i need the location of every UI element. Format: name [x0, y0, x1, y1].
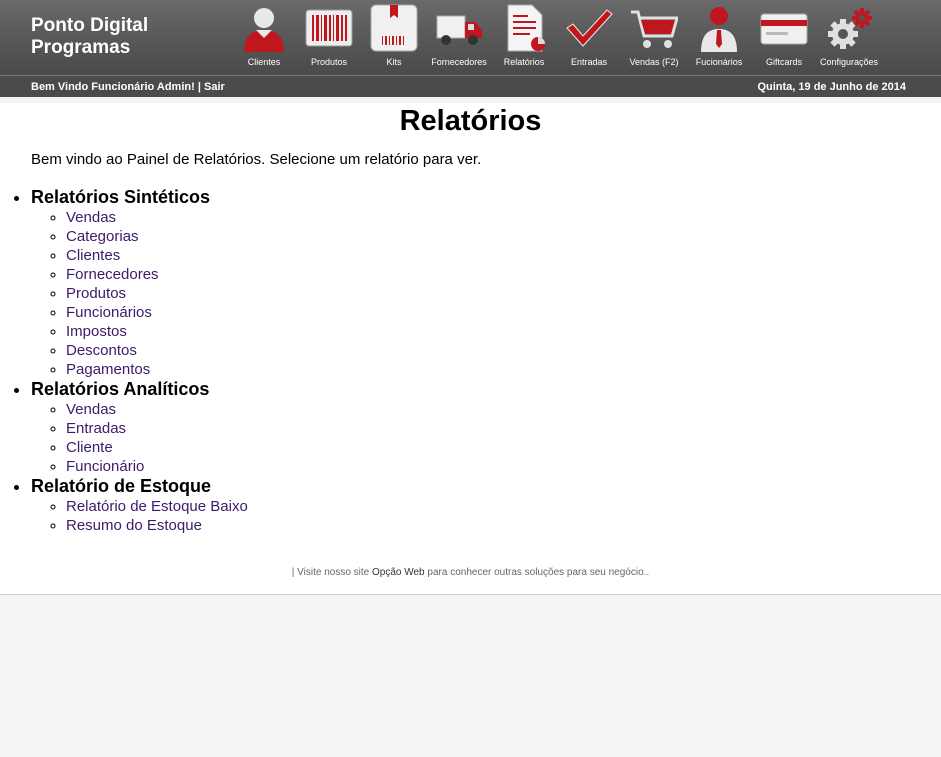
main-content: Relatórios Bem vindo ao Painel de Relató… [0, 103, 941, 595]
list-item: Produtos [66, 284, 248, 303]
welcome-text: Bem Vindo Funcionário Admin! [31, 81, 195, 93]
list-item: Vendas [66, 208, 248, 227]
barcode-icon [305, 9, 353, 47]
report-section-title: Relatório de Estoque [31, 476, 212, 496]
brand-line-2: Programas [31, 37, 131, 58]
list-item: Funcionários [66, 303, 248, 322]
report-link[interactable]: Produtos [66, 285, 126, 302]
list-item: Descontos [66, 341, 248, 360]
report-sublist: Relatório de Estoque Baixo Resumo do Esto… [31, 497, 248, 535]
list-item: Entradas [66, 419, 248, 438]
welcome-separator: | [194, 81, 204, 93]
top-header: Ponto Digital Programas Clientes Produto… [0, 0, 941, 75]
report-link[interactable]: Clientes [66, 247, 120, 264]
logout-link[interactable]: Sair [204, 81, 225, 93]
report-link[interactable]: Resumo do Estoque [66, 517, 202, 534]
report-section-title: Relatórios Analíticos [31, 379, 210, 399]
report-link[interactable]: Categorias [66, 228, 139, 245]
report-icon [507, 4, 545, 52]
list-item: Funcionário [66, 457, 248, 476]
report-section-title: Relatórios Sintéticos [31, 187, 211, 207]
giftcard-icon [760, 13, 808, 45]
report-link[interactable]: Vendas [66, 209, 116, 226]
gear-icon [828, 8, 872, 49]
menu-label: Configurações [819, 57, 879, 67]
list-item: Fornecedores [66, 265, 248, 284]
brand-logo[interactable]: Ponto Digital Programas [31, 15, 148, 59]
report-section: Relatórios Analíticos Vendas Entradas Clien… [31, 379, 248, 476]
footer-suffix: para conhecer outras soluções para seu n… [424, 567, 650, 578]
current-date: Quinta, 19 de Junho de 2014 [757, 81, 906, 93]
report-list: Relatórios Sintéticos Vendas Categorias Cli… [0, 187, 248, 535]
footer-link[interactable]: Opção Web [372, 567, 425, 578]
cart-icon [631, 10, 678, 48]
menu-item-configuracoes[interactable]: Configurações [816, 2, 882, 72]
intro-text: Bem vindo ao Painel de Relatórios. Selec… [31, 151, 482, 168]
report-link[interactable]: Entradas [66, 420, 126, 437]
truck-icon [436, 15, 482, 45]
report-link[interactable]: Fornecedores [66, 266, 159, 283]
list-item: Pagamentos [66, 360, 248, 379]
user-icon [244, 8, 284, 52]
list-item: Relatório de Estoque Baixo [66, 497, 248, 516]
report-section: Relatórios Sintéticos Vendas Categorias Cli… [31, 187, 248, 379]
list-item: Categorias [66, 227, 248, 246]
report-link[interactable]: Relatório de Estoque Baixo [66, 498, 248, 515]
list-item: Resumo do Estoque [66, 516, 248, 535]
checkmark-icon [566, 9, 613, 47]
report-link[interactable]: Impostos [66, 323, 127, 340]
report-link[interactable]: Pagamentos [66, 361, 150, 378]
report-link[interactable]: Funcionário [66, 458, 144, 475]
welcome-message: Bem Vindo Funcionário Admin! | Sair [31, 81, 225, 93]
employee-icon [701, 7, 737, 52]
report-link[interactable]: Vendas [66, 401, 116, 418]
footer: | Visite nosso site Opção Web para conhe… [0, 567, 941, 578]
report-sublist: Vendas Entradas Cliente Funcionário [31, 400, 248, 476]
list-item: Impostos [66, 322, 248, 341]
brand-line-1: Ponto Digital [31, 15, 149, 36]
status-bar: Bem Vindo Funcionário Admin! | Sair Quin… [0, 75, 941, 97]
list-item: Vendas [66, 400, 248, 419]
box-icon [370, 4, 418, 52]
footer-prefix: | Visite nosso site [291, 567, 372, 578]
report-link[interactable]: Cliente [66, 439, 113, 456]
report-link[interactable]: Funcionários [66, 304, 152, 321]
list-item: Clientes [66, 246, 248, 265]
report-section: Relatório de EstoqueRelatório de Estoque… [31, 476, 248, 535]
report-sublist: Vendas Categorias Clientes Fornecedores Prod… [31, 208, 248, 379]
page-title: Relatórios [399, 105, 542, 137]
report-link[interactable]: Descontos [66, 342, 137, 359]
list-item: Cliente [66, 438, 248, 457]
